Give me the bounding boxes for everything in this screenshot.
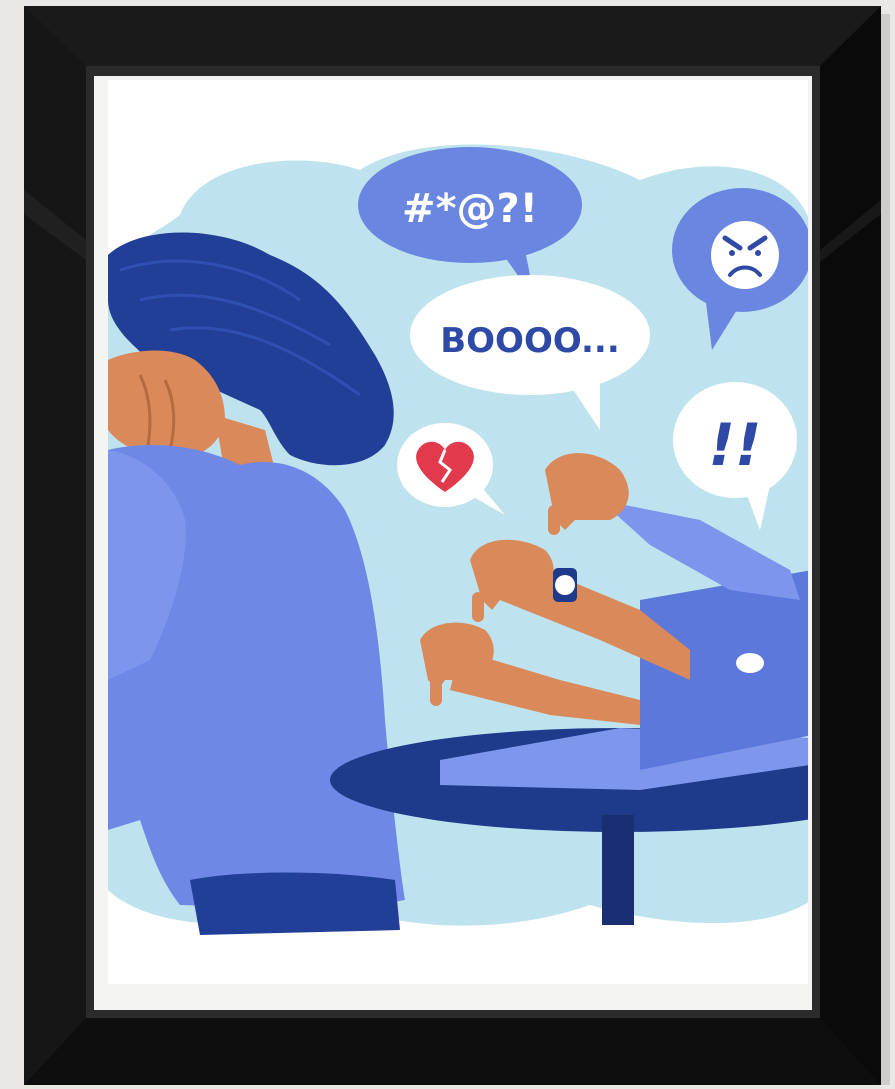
table-leg — [602, 815, 634, 925]
frame-highlight-left — [24, 6, 86, 1085]
laptop-logo — [736, 653, 764, 673]
symbols-bubble-text: #*@?! — [402, 186, 538, 232]
watch-icon — [553, 568, 577, 602]
frame-highlight-right — [820, 6, 881, 1085]
booo-bubble-text: BOOOO... — [440, 321, 620, 361]
angry-face-icon — [711, 221, 779, 289]
laptop-screen — [640, 570, 808, 770]
illustration-svg: #*@?! BOOOO... !! — [24, 6, 890, 1085]
woman-pants — [190, 872, 400, 935]
frame-highlight-top — [24, 6, 881, 66]
framed-illustration: #*@?! BOOOO... !! — [0, 0, 895, 1085]
exclaim-bubble-text: !! — [709, 411, 762, 479]
